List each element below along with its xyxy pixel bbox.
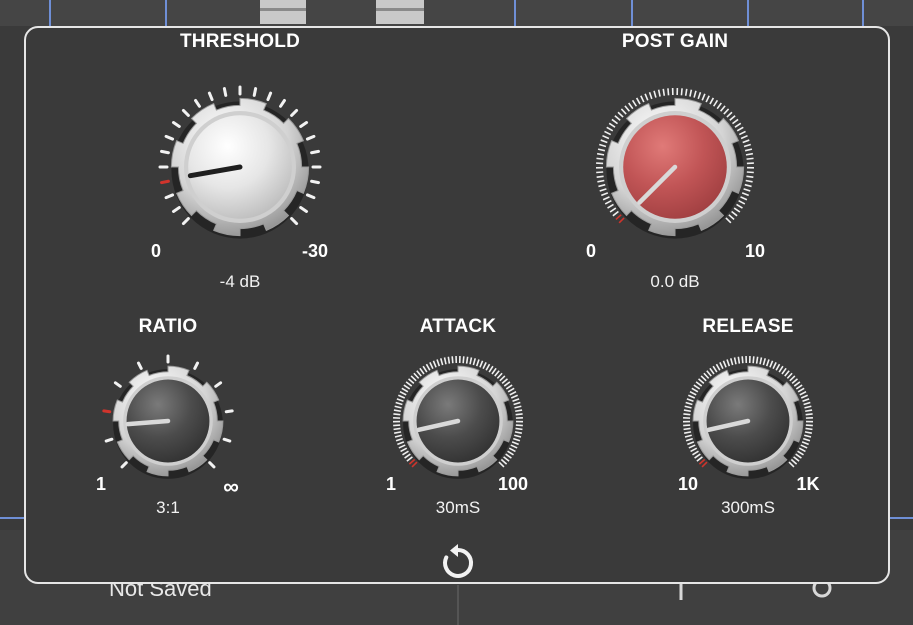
post-gain-value: 0.0 dB [650,272,700,291]
threshold-value: -4 dB [219,272,261,291]
post-gain-label: POST GAIN [621,31,729,52]
release-max-label: 1K [796,474,820,494]
post-gain-knob[interactable] [590,82,760,252]
reset-icon [443,544,474,578]
ratio-pointer [125,418,171,427]
attack-value: 30mS [435,498,481,517]
ratio-label: RATIO [138,316,198,337]
attack-min-label: 1 [385,474,396,494]
ratio-knob[interactable] [97,350,239,492]
threshold-max-label: -30 [301,241,328,261]
release-label: RELEASE [702,316,794,337]
reset-button[interactable] [438,543,478,583]
release-knob[interactable] [677,350,819,492]
post-gain-min-label: 0 [585,241,596,261]
release-value: 300mS [721,498,775,517]
attack-max-label: 100 [497,474,529,494]
attack-label: ATTACK [419,316,497,337]
bg-fader-1 [260,0,306,24]
ratio-min-label: 1 [95,474,106,494]
threshold-label: THRESHOLD [179,31,301,52]
attack-knob[interactable] [387,350,529,492]
ratio-max-label: ∞ [223,474,239,499]
threshold-min-label: 0 [150,241,161,261]
bg-fader-2 [376,0,424,24]
threshold-knob[interactable] [155,82,325,252]
post-gain-max-label: 10 [744,241,766,261]
release-min-label: 10 [677,474,699,494]
ratio-value: 3:1 [156,498,180,517]
